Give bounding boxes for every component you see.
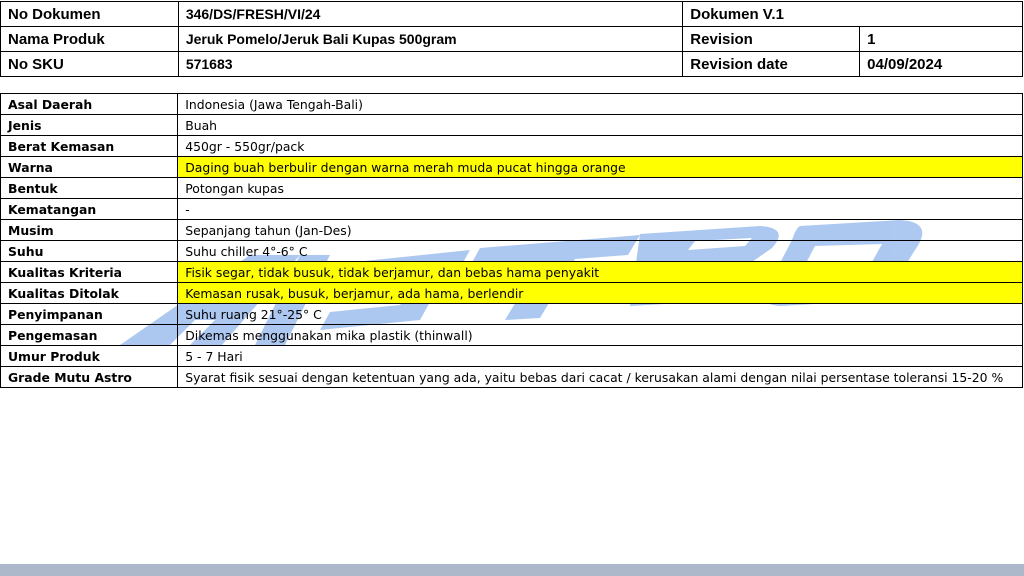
- document-version: Dokumen V.1: [682, 1, 1023, 27]
- spec-value: Indonesia (Jawa Tengah-Bali): [177, 93, 1023, 115]
- spec-key: Umur Produk: [0, 345, 179, 367]
- spec-row: Asal Daerah Indonesia (Jawa Tengah-Bali): [0, 93, 1023, 115]
- spec-key: Grade Mutu Astro: [0, 366, 179, 388]
- spec-row: Berat Kemasan 450gr - 550gr/pack: [0, 135, 1023, 157]
- revision-date-label: Revision date: [682, 51, 861, 77]
- spec-value: Suhu chiller 4°-6° C: [177, 240, 1023, 262]
- nama-produk-label: Nama Produk: [0, 26, 179, 52]
- spec-value: Suhu ruang 21°-25° C: [177, 303, 1023, 325]
- spec-row: Grade Mutu Astro Syarat fisik sesuai deng…: [0, 366, 1023, 388]
- revision-date-value: 04/09/2024: [859, 51, 1023, 77]
- spec-key: Pengemasan: [0, 324, 179, 346]
- spec-row: Kualitas Ditolak Kemasan rusak, busuk, be…: [0, 282, 1023, 304]
- spec-row: Jenis Buah: [0, 114, 1023, 136]
- revision-label: Revision: [682, 26, 861, 52]
- product-spec-table: Asal Daerah Indonesia (Jawa Tengah-Bali) J…: [0, 93, 1023, 388]
- bottom-bar: [0, 564, 1024, 576]
- spec-row: Warna Daging buah berbulir dengan warna m…: [0, 156, 1023, 178]
- spec-row: Umur Produk 5 - 7 Hari: [0, 345, 1023, 367]
- spec-key: Kematangan: [0, 198, 179, 220]
- spec-value: Fisik segar, tidak busuk, tidak berjamur…: [177, 261, 1023, 283]
- spec-row: Suhu Suhu chiller 4°-6° C: [0, 240, 1023, 262]
- no-dokumen-label: No Dokumen: [0, 1, 179, 27]
- no-sku-value: 571683: [177, 51, 684, 77]
- spec-key: Warna: [0, 156, 179, 178]
- spec-value: Sepanjang tahun (Jan-Des): [177, 219, 1023, 241]
- spec-value: Daging buah berbulir dengan warna merah …: [177, 156, 1023, 178]
- no-sku-label: No SKU: [0, 51, 179, 77]
- no-dokumen-value: 346/DS/FRESH/VI/24: [177, 1, 684, 27]
- spec-value: Syarat fisik sesuai dengan ketentuan yan…: [177, 366, 1023, 388]
- revision-value: 1: [859, 26, 1023, 52]
- spec-row: Pengemasan Dikemas menggunakan mika plast…: [0, 324, 1023, 346]
- header-row-product: Nama Produk Jeruk Pomelo/Jeruk Bali Kupa…: [0, 26, 1023, 52]
- header-row-sku: No SKU 571683 Revision date 04/09/2024: [0, 51, 1023, 77]
- spec-key: Bentuk: [0, 177, 179, 199]
- spec-key: Suhu: [0, 240, 179, 262]
- spec-key: Asal Daerah: [0, 93, 179, 115]
- spec-key: Jenis: [0, 114, 179, 136]
- spec-row: Penyimpanan Suhu ruang 21°-25° C: [0, 303, 1023, 325]
- spec-row: Kualitas Kriteria Fisik segar, tidak busu…: [0, 261, 1023, 283]
- spec-value: -: [177, 198, 1023, 220]
- spec-key: Penyimpanan: [0, 303, 179, 325]
- spec-value: 5 - 7 Hari: [177, 345, 1023, 367]
- nama-produk-value: Jeruk Pomelo/Jeruk Bali Kupas 500gram: [177, 26, 684, 52]
- spec-key: Kualitas Kriteria: [0, 261, 179, 283]
- spec-key: Berat Kemasan: [0, 135, 179, 157]
- spec-value: Dikemas menggunakan mika plastik (thinwa…: [177, 324, 1023, 346]
- spec-row: Musim Sepanjang tahun (Jan-Des): [0, 219, 1023, 241]
- spec-value: 450gr - 550gr/pack: [177, 135, 1023, 157]
- spec-row: Bentuk Potongan kupas: [0, 177, 1023, 199]
- spec-key: Kualitas Ditolak: [0, 282, 179, 304]
- spec-row: Kematangan -: [0, 198, 1023, 220]
- spec-value: Kemasan rusak, busuk, berjamur, ada hama…: [177, 282, 1023, 304]
- header-row-document: No Dokumen 346/DS/FRESH/VI/24 Dokumen V.…: [0, 1, 1023, 27]
- spec-value: Buah: [177, 114, 1023, 136]
- spec-key: Musim: [0, 219, 179, 241]
- spec-value: Potongan kupas: [177, 177, 1023, 199]
- document-header-table: No Dokumen 346/DS/FRESH/VI/24 Dokumen V.…: [0, 1, 1023, 77]
